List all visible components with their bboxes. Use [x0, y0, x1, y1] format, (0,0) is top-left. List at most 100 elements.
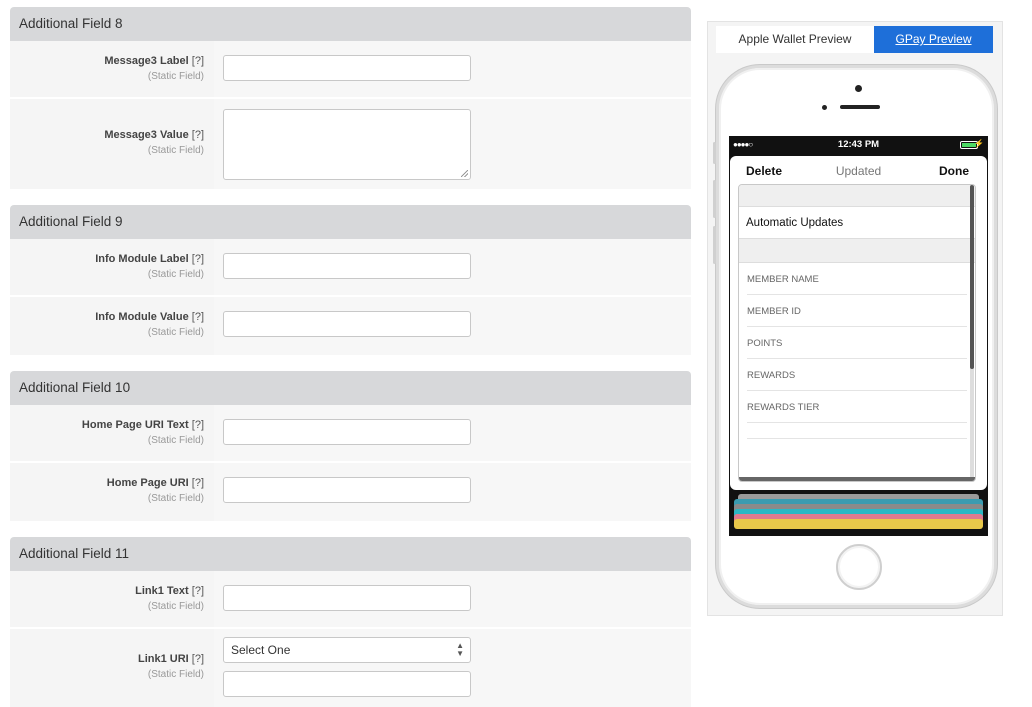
- phone-mute-switch: [713, 142, 716, 164]
- field-label: Home Page URI Text [?]: [81, 419, 204, 431]
- pass-back-card: Automatic Updates MEMBER NAME MEMBER ID …: [738, 184, 976, 482]
- select-arrows-icon: ▲ ▼: [456, 641, 464, 658]
- field-cell: [214, 463, 691, 521]
- home-button[interactable]: [836, 544, 882, 590]
- phone-volume-up: [713, 180, 716, 218]
- static-field-note: (Static Field): [147, 669, 204, 680]
- tab-apple-wallet-preview[interactable]: Apple Wallet Preview: [716, 26, 874, 53]
- label-cell: Info Module Label [?] (Static Field): [10, 239, 214, 295]
- label-cell: Link1 URI [?] (Static Field): [10, 629, 214, 707]
- phone-mockup: ●●●●○ 12:43 PM ⚡ Delete Updated Done Aut…: [713, 65, 997, 608]
- home-page-uri-text-input[interactable]: [223, 419, 471, 445]
- field-cell: [214, 99, 691, 189]
- status-time: 12:43 PM: [837, 139, 880, 150]
- section-title: Additional Field 8: [10, 7, 691, 41]
- phone-volume-down: [713, 226, 716, 264]
- form-row: Message3 Value [?] (Static Field): [10, 99, 691, 189]
- home-page-uri-input[interactable]: [223, 477, 471, 503]
- list-item: MEMBER NAME: [747, 263, 967, 295]
- form-row: Info Module Value [?] (Static Field): [10, 297, 691, 355]
- section-title: Additional Field 9: [10, 205, 691, 239]
- field-cell: [214, 571, 691, 627]
- label-cell: Link1 Text [?] (Static Field): [10, 571, 214, 627]
- scrollbar-thumb[interactable]: [970, 185, 974, 369]
- select-value: Select One: [231, 643, 291, 657]
- help-link[interactable]: [?]: [192, 129, 204, 141]
- done-button[interactable]: Done: [939, 164, 969, 178]
- label-cell: Message3 Value [?] (Static Field): [10, 99, 214, 189]
- static-field-note: (Static Field): [147, 493, 204, 504]
- field-cell: [214, 405, 691, 461]
- section-additional-field-11: Additional Field 11 Link1 Text [?] (Stat…: [10, 537, 691, 707]
- field-cell: Select One ▲ ▼: [214, 629, 691, 707]
- static-field-note: (Static Field): [147, 601, 204, 612]
- help-link[interactable]: [?]: [192, 311, 204, 323]
- phone-sensor-icon: [822, 105, 827, 110]
- phone-camera-icon: [855, 85, 862, 92]
- link1-uri-input[interactable]: [223, 671, 471, 697]
- label-cell: Info Module Value [?] (Static Field): [10, 297, 214, 355]
- static-field-note: (Static Field): [147, 71, 204, 82]
- list-item: REWARDS: [747, 359, 967, 391]
- static-field-note: (Static Field): [147, 327, 204, 338]
- label-cell: Home Page URI Text [?] (Static Field): [10, 405, 214, 461]
- static-field-note: (Static Field): [147, 145, 204, 156]
- field-label: Info Module Value [?]: [95, 311, 204, 323]
- form-row: Link1 Text [?] (Static Field): [10, 571, 691, 629]
- list-item: [747, 423, 967, 439]
- static-field-note: (Static Field): [147, 269, 204, 280]
- field-label: Message3 Label [?]: [104, 55, 204, 67]
- form-row: Message3 Label [?] (Static Field): [10, 41, 691, 99]
- help-link[interactable]: [?]: [192, 253, 204, 265]
- sheet-header: Delete Updated Done: [730, 156, 987, 184]
- list-item: REWARDS TIER: [747, 391, 967, 423]
- form-column: Additional Field 8 Message3 Label [?] (S…: [10, 7, 691, 707]
- help-link[interactable]: [?]: [192, 653, 204, 665]
- status-bar: ●●●●○ 12:43 PM ⚡: [729, 136, 988, 154]
- pass-stack: [732, 494, 985, 530]
- help-link[interactable]: [?]: [192, 419, 204, 431]
- field-cell: [214, 239, 691, 295]
- automatic-updates-row[interactable]: Automatic Updates: [739, 207, 975, 239]
- section-additional-field-10: Additional Field 10 Home Page URI Text […: [10, 371, 691, 521]
- card-band: [739, 239, 975, 263]
- list-item: POINTS: [747, 327, 967, 359]
- tab-gpay-preview[interactable]: GPay Preview: [874, 26, 993, 53]
- resize-grip-icon[interactable]: [461, 170, 468, 177]
- label-cell: Message3 Label [?] (Static Field): [10, 41, 214, 97]
- field-label: Info Module Label [?]: [95, 253, 204, 265]
- field-label: Link1 Text [?]: [135, 585, 204, 597]
- section-title: Additional Field 11: [10, 537, 691, 571]
- wallet-preview-panel: Apple Wallet Preview GPay Preview ●●●●○ …: [707, 21, 1003, 616]
- charging-icon: ⚡: [974, 139, 984, 148]
- field-label: Message3 Value [?]: [104, 129, 204, 141]
- stacked-pass: [734, 519, 983, 529]
- card-band: [739, 185, 975, 207]
- field-cell: [214, 297, 691, 355]
- label-cell: Home Page URI [?] (Static Field): [10, 463, 214, 521]
- form-row: Link1 URI [?] (Static Field) Select One …: [10, 629, 691, 707]
- help-link[interactable]: [?]: [192, 55, 204, 67]
- message3-label-input[interactable]: [223, 55, 471, 81]
- form-row: Home Page URI Text [?] (Static Field): [10, 405, 691, 463]
- help-link[interactable]: [?]: [192, 585, 204, 597]
- section-title: Additional Field 10: [10, 371, 691, 405]
- help-link[interactable]: [?]: [192, 477, 204, 489]
- field-label: Link1 URI [?]: [137, 653, 204, 665]
- static-field-note: (Static Field): [147, 435, 204, 446]
- form-row: Info Module Label [?] (Static Field): [10, 239, 691, 297]
- preview-tabs: Apple Wallet Preview GPay Preview: [716, 26, 993, 53]
- link1-uri-select[interactable]: Select One ▲ ▼: [223, 637, 471, 663]
- info-module-label-input[interactable]: [223, 253, 471, 279]
- form-row: Home Page URI [?] (Static Field): [10, 463, 691, 521]
- section-additional-field-9: Additional Field 9 Info Module Label [?]…: [10, 205, 691, 355]
- field-label: Home Page URI [?]: [106, 477, 204, 489]
- phone-speaker-icon: [840, 105, 880, 109]
- message3-value-textarea[interactable]: [223, 109, 471, 180]
- section-additional-field-8: Additional Field 8 Message3 Label [?] (S…: [10, 7, 691, 189]
- link1-text-input[interactable]: [223, 585, 471, 611]
- pass-details-sheet: Delete Updated Done Automatic Updates ME…: [730, 156, 987, 490]
- list-item: MEMBER ID: [747, 295, 967, 327]
- info-module-value-input[interactable]: [223, 311, 471, 337]
- card-bottom-edge: [739, 477, 975, 481]
